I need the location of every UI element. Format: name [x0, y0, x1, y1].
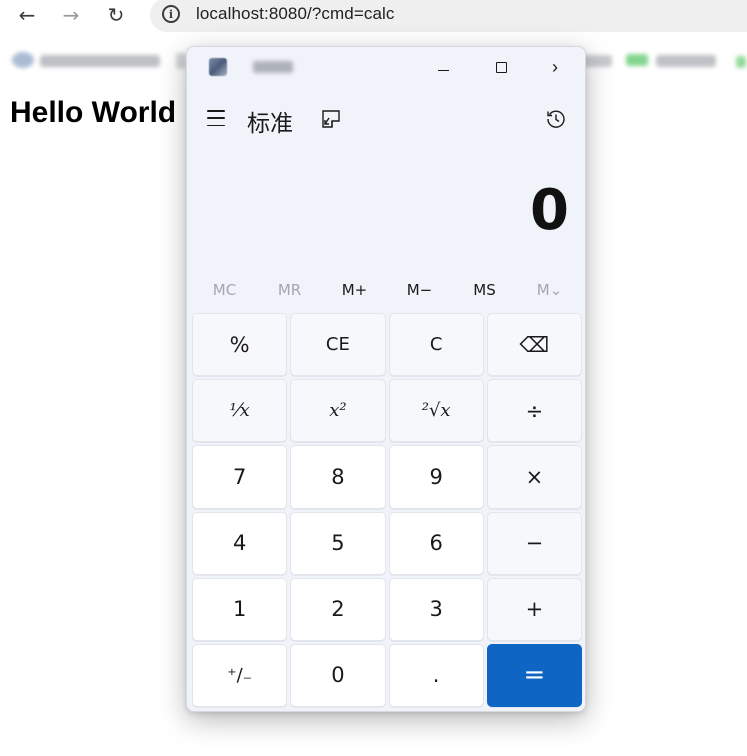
clear-button[interactable]: C: [388, 313, 484, 377]
result-display: 0: [530, 178, 569, 243]
history-icon[interactable]: [545, 108, 567, 130]
keypad: % CE C ⌫ ⅟x x² ²√x ÷ 7 8 9 × 4 5 6 − 1 2…: [192, 313, 582, 707]
digit-3-button[interactable]: 3: [388, 577, 484, 641]
window-title: [253, 61, 293, 73]
calculator-titlebar[interactable]: ›: [187, 47, 585, 87]
square-button[interactable]: x²: [290, 379, 386, 443]
back-button[interactable]: ←: [14, 2, 40, 28]
multiply-button[interactable]: ×: [486, 445, 582, 509]
browser-toolbar: ← → ↻ i localhost:8080/?cmd=calc: [0, 0, 747, 32]
url-text[interactable]: localhost:8080/?cmd=calc: [196, 4, 395, 24]
memory-clear-button[interactable]: MC: [192, 277, 257, 303]
digit-6-button[interactable]: 6: [388, 511, 484, 575]
bookmark-item[interactable]: [176, 53, 186, 69]
square-root-button[interactable]: ²√x: [388, 379, 484, 443]
bookmark-item[interactable]: [40, 55, 160, 67]
memory-recall-button[interactable]: MR: [257, 277, 322, 303]
memory-subtract-button[interactable]: M−: [387, 277, 452, 303]
maximize-icon: [495, 61, 507, 73]
calculator-app-icon: [209, 58, 227, 76]
memory-store-button[interactable]: MS: [452, 277, 517, 303]
divide-button[interactable]: ÷: [486, 379, 582, 443]
memory-add-button[interactable]: M+: [322, 277, 387, 303]
percent-button[interactable]: %: [192, 313, 288, 377]
bookmark-item[interactable]: [656, 55, 716, 67]
add-button[interactable]: +: [486, 577, 582, 641]
maximize-button[interactable]: [481, 53, 521, 81]
decimal-button[interactable]: .: [388, 643, 484, 707]
bookmark-item[interactable]: [736, 56, 746, 68]
digit-2-button[interactable]: 2: [290, 577, 386, 641]
memory-list-button[interactable]: M⌄: [517, 277, 582, 303]
keep-on-top-icon[interactable]: [321, 109, 341, 129]
bookmark-item[interactable]: [584, 55, 612, 67]
mode-title: 标准: [247, 111, 293, 137]
negate-button[interactable]: ⁺∕₋: [192, 643, 288, 707]
bookmark-item[interactable]: [626, 54, 648, 66]
memory-row: MC MR M+ M− MS M⌄: [192, 277, 582, 303]
digit-9-button[interactable]: 9: [388, 445, 484, 509]
site-info-icon[interactable]: i: [162, 5, 180, 23]
close-button[interactable]: ›: [535, 53, 575, 81]
reciprocal-button[interactable]: ⅟x: [192, 379, 288, 443]
minimize-icon: [437, 69, 449, 71]
calculator-window: › 标准 0 MC MR M+ M− MS M⌄ % CE C ⌫ ⅟x x² …: [186, 46, 586, 712]
digit-4-button[interactable]: 4: [192, 511, 288, 575]
digit-1-button[interactable]: 1: [192, 577, 288, 641]
equals-button[interactable]: =: [486, 643, 582, 707]
clear-entry-button[interactable]: CE: [290, 313, 386, 377]
calculator-header: 标准: [187, 99, 585, 139]
digit-5-button[interactable]: 5: [290, 511, 386, 575]
digit-8-button[interactable]: 8: [290, 445, 386, 509]
menu-icon[interactable]: [207, 110, 225, 126]
minimize-button[interactable]: [423, 53, 463, 81]
digit-0-button[interactable]: 0: [290, 643, 386, 707]
bookmark-item[interactable]: [12, 52, 34, 68]
forward-button[interactable]: →: [58, 2, 84, 28]
page-heading: Hello World: [10, 96, 177, 129]
digit-7-button[interactable]: 7: [192, 445, 288, 509]
reload-button[interactable]: ↻: [103, 2, 129, 28]
subtract-button[interactable]: −: [486, 511, 582, 575]
backspace-button[interactable]: ⌫: [486, 313, 582, 377]
